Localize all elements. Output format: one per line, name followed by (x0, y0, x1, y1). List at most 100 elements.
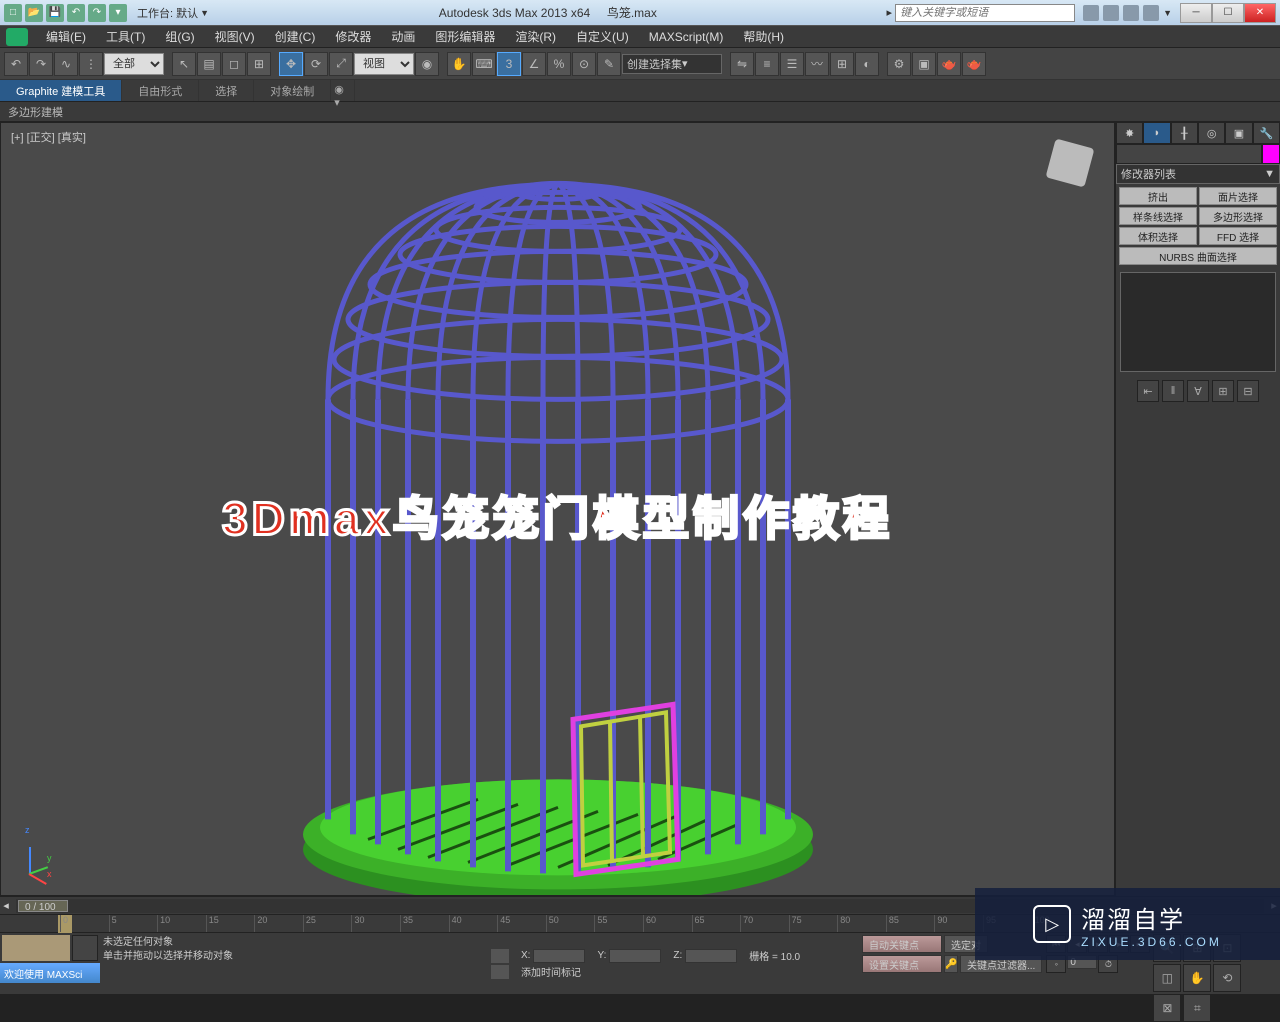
tab-freeform[interactable]: 自由形式 (122, 80, 199, 101)
mod-spline-select[interactable]: 样条线选择 (1119, 207, 1197, 225)
exchange-icon[interactable] (1123, 5, 1139, 21)
max-toggle-icon[interactable]: ⊠ (1153, 994, 1181, 1022)
select-window-icon[interactable]: ⊞ (247, 52, 271, 76)
menu-tools[interactable]: 工具(T) (96, 26, 155, 47)
selection-filter[interactable]: 全部 (104, 53, 164, 75)
modifier-list[interactable]: 修改器列表▼ (1116, 164, 1280, 184)
auto-key-button[interactable]: 自动关键点 (862, 935, 942, 953)
align-icon[interactable]: ≡ (755, 52, 779, 76)
tab-paint[interactable]: 对象绘制 (254, 80, 331, 101)
ref-coord[interactable]: 视图 (354, 53, 414, 75)
link-icon[interactable]: ∿ (54, 52, 78, 76)
curve-editor-icon[interactable]: 〰 (805, 52, 829, 76)
qat-save-icon[interactable]: 💾 (46, 4, 64, 22)
menu-graph-editors[interactable]: 图形编辑器 (425, 26, 505, 47)
unique-icon[interactable]: ∀ (1187, 380, 1209, 402)
favorite-icon[interactable] (1103, 5, 1119, 21)
time-slider-thumb[interactable]: 0 / 100 (18, 900, 68, 912)
select-icon[interactable]: ↖ (172, 52, 196, 76)
color-swatch[interactable] (1262, 144, 1280, 164)
render-setup-icon[interactable]: ⚙ (887, 52, 911, 76)
tab-display-icon[interactable]: ▣ (1225, 122, 1252, 144)
material-icon[interactable]: ◐ (855, 52, 879, 76)
tab-modify-icon[interactable]: ◗ (1143, 122, 1170, 144)
add-time-tag[interactable]: 添加时间标记 (521, 964, 581, 979)
manipulate-icon[interactable]: ✋ (447, 52, 471, 76)
tab-hierarchy-icon[interactable]: ╂ (1171, 122, 1198, 144)
unlink-icon[interactable]: ⋮ (79, 52, 103, 76)
select-rect-icon[interactable]: ◻ (222, 52, 246, 76)
mirror-icon[interactable]: ⇋ (730, 52, 754, 76)
mod-vol-select[interactable]: 体积选择 (1119, 227, 1197, 245)
coord-y[interactable] (609, 949, 661, 963)
set-key-button[interactable]: 设置关键点 (862, 955, 942, 973)
mod-extrude[interactable]: 挤出 (1119, 187, 1197, 205)
viewcube-icon[interactable] (1046, 139, 1095, 188)
viewport-label[interactable]: [+] [正交] [真实] (11, 129, 86, 145)
key-icon[interactable]: 🔑 (944, 955, 958, 973)
menu-rendering[interactable]: 渲染(R) (505, 26, 566, 47)
coord-z[interactable] (685, 949, 737, 963)
render-icon[interactable]: 🫖 (937, 52, 961, 76)
qat-undo-icon[interactable]: ↶ (67, 4, 85, 22)
move-icon[interactable]: ✥ (279, 52, 303, 76)
configure-icon[interactable]: ⊟ (1237, 380, 1259, 402)
show-result-icon[interactable]: ‖ (1162, 380, 1184, 402)
orbit-icon[interactable]: ⟲ (1213, 964, 1241, 992)
pin-icon[interactable]: ⇤ (1137, 380, 1159, 402)
maximize-button[interactable]: ☐ (1212, 3, 1244, 23)
qat-more-icon[interactable]: ▾ (109, 4, 127, 22)
menu-create[interactable]: 创建(C) (265, 26, 326, 47)
qat-new-icon[interactable]: □ (4, 4, 22, 22)
zoom-region-icon[interactable]: ⌗ (1183, 994, 1211, 1022)
tab-create-icon[interactable]: ✸ (1116, 122, 1143, 144)
script-run-icon[interactable] (72, 935, 98, 961)
rotate-icon[interactable]: ⟳ (304, 52, 328, 76)
menu-customize[interactable]: 自定义(U) (566, 26, 639, 47)
help-chevron-icon[interactable]: ▼ (1163, 8, 1172, 18)
workspace-label[interactable]: 工作台: 默认 (137, 5, 198, 21)
ribbon-expand-icon[interactable]: ◉ ▾ (331, 80, 355, 101)
scale-icon[interactable]: ⤢ (329, 52, 353, 76)
script-slot[interactable] (2, 935, 70, 961)
qat-redo-icon[interactable]: ↷ (88, 4, 106, 22)
menu-maxscript[interactable]: MAXScript(M) (639, 28, 734, 46)
mod-poly-select[interactable]: 多边形选择 (1199, 207, 1277, 225)
app-logo-icon[interactable] (6, 28, 28, 46)
modifier-stack[interactable] (1120, 272, 1276, 372)
pivot-icon[interactable]: ◉ (415, 52, 439, 76)
menu-view[interactable]: 视图(V) (205, 26, 265, 47)
render-prod-icon[interactable]: 🫖 (962, 52, 986, 76)
mod-face-select[interactable]: 面片选择 (1199, 187, 1277, 205)
viewport[interactable]: [+] [正交] [真实] (0, 122, 1115, 896)
angle-snap-icon[interactable]: ∠ (522, 52, 546, 76)
menu-help[interactable]: 帮助(H) (733, 26, 794, 47)
close-button[interactable]: ✕ (1244, 3, 1276, 23)
search-input[interactable] (895, 4, 1075, 22)
coord-x[interactable] (533, 949, 585, 963)
menu-edit[interactable]: 编辑(E) (36, 26, 96, 47)
percent-snap-icon[interactable]: % (547, 52, 571, 76)
tab-selection[interactable]: 选择 (199, 80, 254, 101)
undo-icon[interactable]: ↶ (4, 52, 28, 76)
pan-icon[interactable]: ✋ (1183, 964, 1211, 992)
remove-icon[interactable]: ⊞ (1212, 380, 1234, 402)
menu-group[interactable]: 组(G) (155, 26, 204, 47)
layers-icon[interactable]: ☰ (780, 52, 804, 76)
snap-3d-icon[interactable]: 3 (497, 52, 521, 76)
select-name-icon[interactable]: ▤ (197, 52, 221, 76)
object-name-field[interactable] (1116, 144, 1262, 164)
tab-graphite[interactable]: Graphite 建模工具 (0, 80, 122, 101)
time-tag-icon[interactable] (491, 965, 509, 979)
tab-utilities-icon[interactable]: 🔧 (1253, 122, 1280, 144)
timeline-prev-icon[interactable]: ◂ (0, 899, 12, 912)
edit-named-icon[interactable]: ✎ (597, 52, 621, 76)
mod-ffd-select[interactable]: FFD 选择 (1199, 227, 1277, 245)
lock-selection-icon[interactable] (491, 949, 509, 963)
named-selection[interactable]: 创建选择集 ▾ (622, 54, 722, 74)
keyboard-icon[interactable]: ⌨ (472, 52, 496, 76)
menu-modifiers[interactable]: 修改器 (325, 26, 381, 47)
fov-icon[interactable]: ◫ (1153, 964, 1181, 992)
qat-open-icon[interactable]: 📂 (25, 4, 43, 22)
workspace-chevron-icon[interactable]: ▼ (200, 8, 209, 18)
